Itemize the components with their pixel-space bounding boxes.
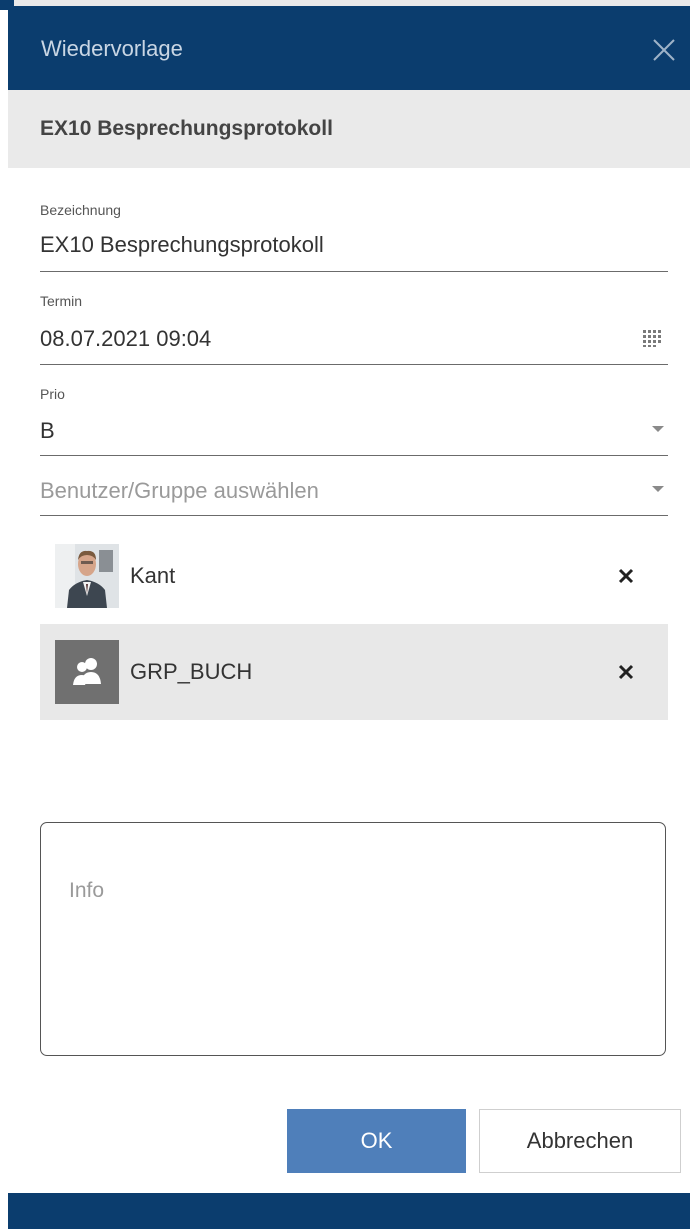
termin-field[interactable]: Termin 08.07.2021 09:04: [40, 287, 668, 365]
avatar: [55, 544, 119, 608]
dialog-title: Wiedervorlage: [41, 36, 183, 61]
ok-button[interactable]: OK: [287, 1109, 466, 1173]
dialog-titlebar: Wiedervorlage: [8, 6, 690, 90]
assignee-name: Kant: [130, 563, 176, 588]
dialog-subheader: EX10 Besprechungsprotokoll: [8, 90, 690, 168]
prio-select[interactable]: Prio B: [40, 380, 668, 456]
cancel-button[interactable]: Abbrechen: [479, 1109, 681, 1173]
group-icon: [55, 640, 119, 704]
document-title: EX10 Besprechungsprotokoll: [40, 117, 333, 140]
recipient-select[interactable]: Benutzer/Gruppe auswählen: [40, 470, 668, 516]
assignee-item-grp-buch[interactable]: GRP_BUCH: [40, 624, 668, 720]
prio-label: Prio: [40, 386, 65, 402]
remove-icon[interactable]: [614, 660, 638, 684]
dialog-footer-bar: [8, 1193, 690, 1229]
prio-value[interactable]: B: [40, 418, 55, 444]
termin-value[interactable]: 08.07.2021 09:04: [40, 326, 211, 352]
assignee-name: GRP_BUCH: [130, 659, 253, 684]
close-icon[interactable]: [650, 36, 678, 64]
chevron-down-icon[interactable]: [652, 486, 664, 492]
info-placeholder[interactable]: Info: [69, 879, 104, 903]
termin-label: Termin: [40, 293, 83, 309]
bezeichnung-value[interactable]: EX10 Besprechungsprotokoll: [40, 232, 324, 258]
assignee-item-kant[interactable]: Kant: [40, 528, 668, 624]
info-textarea[interactable]: Info: [40, 822, 666, 1056]
remove-icon[interactable]: [614, 564, 638, 588]
bezeichnung-label: Bezeichnung: [40, 202, 121, 218]
recipient-placeholder[interactable]: Benutzer/Gruppe auswählen: [40, 478, 319, 504]
calendar-icon[interactable]: [642, 328, 662, 348]
chevron-down-icon[interactable]: [652, 426, 664, 432]
bezeichnung-field[interactable]: Bezeichnung EX10 Besprechungsprotokoll: [40, 196, 668, 272]
